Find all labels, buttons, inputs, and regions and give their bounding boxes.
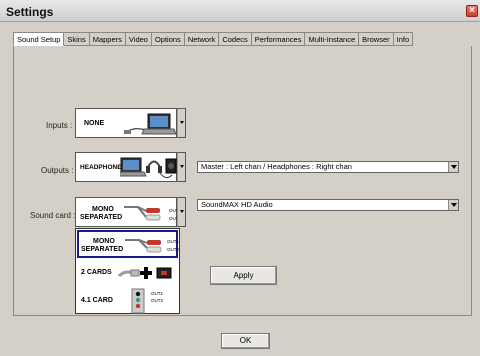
sound-card-value-line1: MONO (92, 206, 114, 213)
close-button[interactable]: × (466, 5, 478, 17)
window-title: Settings (6, 5, 54, 19)
sound-device-select[interactable]: SoundMAX HD Audio (197, 199, 459, 211)
tab-strip: Sound Setup Skins Mappers Video Options … (13, 32, 414, 46)
option-mono-separated[interactable]: MONO SEPARATED OUT1 OUT2 (77, 230, 179, 258)
outputs-selector[interactable]: HEADPHONES (75, 152, 177, 182)
sound-card-value-line2: SEPARATED (80, 214, 123, 221)
tab-codecs[interactable]: Codecs (219, 32, 252, 46)
laptop-icon (123, 113, 176, 135)
output-mode-select[interactable]: Master : Left chan / Headphones : Right … (197, 161, 459, 173)
headphones-laptop-icon (120, 157, 177, 179)
split-cable-icon (125, 239, 162, 253)
tab-options[interactable]: Options (151, 32, 185, 46)
tab-multi-instance[interactable]: Multi-Instance (305, 32, 360, 46)
option-2-cards[interactable]: 2 CARDS (77, 259, 178, 287)
tab-browser[interactable]: Browser (359, 32, 394, 46)
tab-mappers[interactable]: Mappers (89, 32, 126, 46)
sound-card-options-list: MONO SEPARATED OUT1 OUT2 2 CARDS 4.1 CAR… (75, 228, 180, 314)
sound-device-value: SoundMAX HD Audio (201, 200, 273, 209)
sound-card-dropdown-arrow[interactable] (177, 197, 186, 227)
tab-performances[interactable]: Performances (251, 32, 306, 46)
tab-sound-setup[interactable]: Sound Setup (13, 32, 65, 46)
ok-button[interactable]: OK (221, 333, 270, 349)
apply-button[interactable]: Apply (210, 266, 277, 285)
outputs-label: Outputs : (41, 166, 74, 175)
tab-network[interactable]: Network (184, 32, 220, 46)
output-mode-value: Master : Left chan / Headphones : Right … (201, 162, 352, 171)
inputs-dropdown-arrow[interactable] (177, 108, 186, 138)
chevron-down-icon (448, 200, 458, 210)
tab-info[interactable]: Info (393, 32, 414, 46)
tab-skins[interactable]: Skins (64, 32, 90, 46)
two-cards-icon (117, 267, 172, 279)
inputs-selector[interactable]: NONE (75, 108, 177, 138)
inputs-label: Inputs : (46, 121, 73, 130)
outputs-dropdown-arrow[interactable] (177, 152, 186, 182)
tab-video[interactable]: Video (125, 32, 152, 46)
sound-card-selector[interactable]: MONO SEPARATED OUT1 OUT2 (75, 197, 181, 227)
title-bar: Settings × (0, 0, 480, 22)
split-cable-icon (124, 206, 161, 221)
inputs-value: NONE (84, 120, 105, 127)
chevron-down-icon (448, 162, 458, 172)
option-4-1-card[interactable]: 4.1 CARD OUT1 OUT2 (77, 287, 178, 315)
outputs-value: HEADPHONES (80, 164, 126, 171)
settings-window: Settings × Sound Setup Skins Mappers Vid… (0, 0, 480, 356)
sound-card-label: Sound card : (30, 211, 76, 220)
surround-card-icon (131, 288, 145, 314)
